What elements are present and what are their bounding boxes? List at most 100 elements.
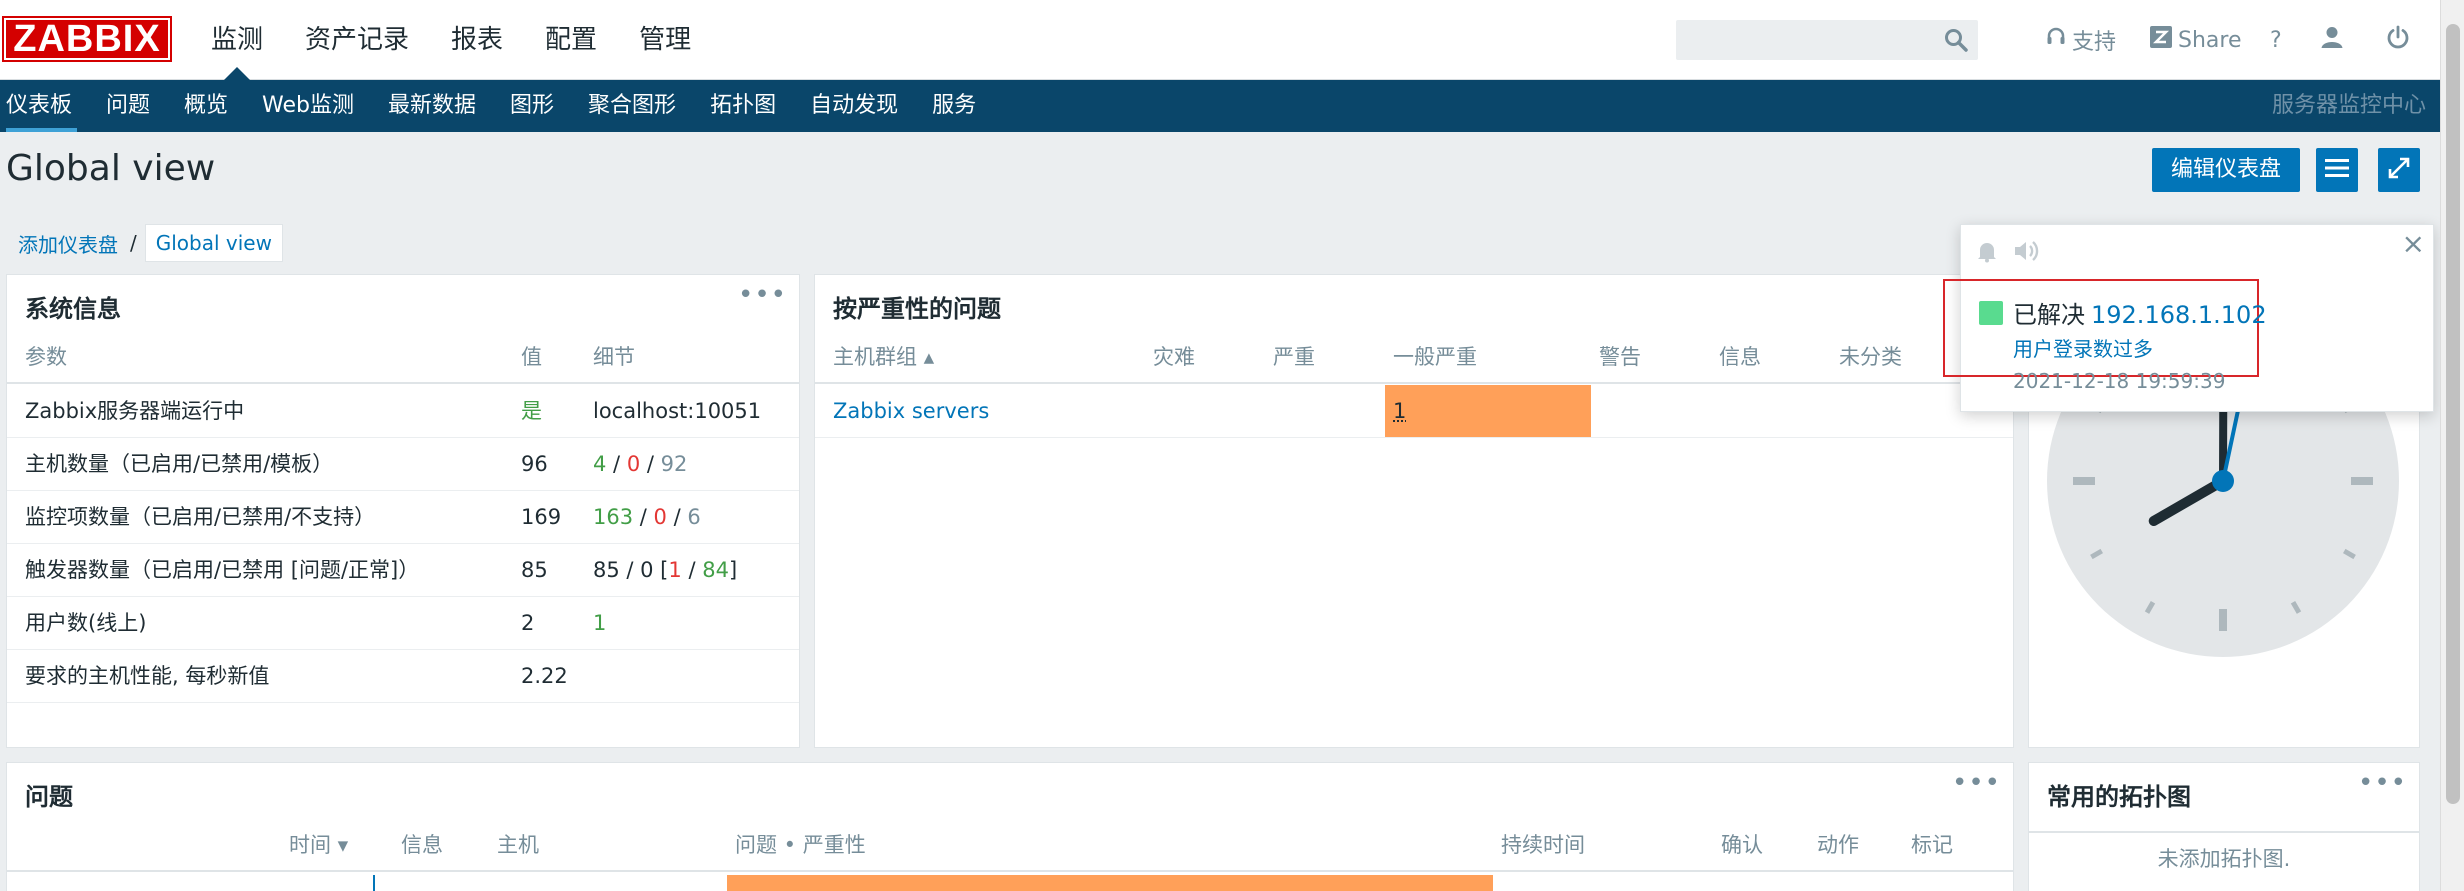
param-cell: 要求的主机性能, 每秒新值: [25, 664, 270, 688]
col-host-group[interactable]: 主机群组 ▴: [833, 331, 934, 383]
main-menu-configuration[interactable]: 配置: [524, 0, 618, 80]
sub-menu-services[interactable]: 服务: [915, 80, 993, 132]
help-button[interactable]: ?: [2270, 0, 2282, 80]
sub-menu-dashboard[interactable]: 仪表板: [0, 80, 89, 132]
share-z-icon: [2150, 26, 2178, 54]
main-menu-reports[interactable]: 报表: [430, 0, 524, 80]
scrollbar-thumb[interactable]: [2446, 24, 2460, 804]
widget-title: 系统信息: [25, 295, 121, 323]
search-box[interactable]: [1676, 20, 1978, 60]
share-link[interactable]: Share: [2150, 0, 2242, 80]
notification-status: 已解决 192.168.1.102: [2013, 295, 2267, 330]
average-severity-cell[interactable]: 1: [1385, 385, 1591, 437]
param-cell: 用户数(线上): [25, 611, 147, 635]
col-high: 严重: [1273, 345, 1315, 369]
average-count[interactable]: 1: [1393, 399, 1406, 423]
col-problem-severity: 问题 • 严重性: [735, 833, 866, 857]
notification-popup: × 已解决 192.168.1.102 用户登录数过多 2021-12-18 19…: [1943, 224, 2434, 412]
separator: /: [606, 452, 627, 476]
menu-icon: [2325, 158, 2349, 182]
unsupported-count: 6: [687, 505, 701, 529]
sub-menu-latest-data[interactable]: 最新数据: [371, 80, 493, 132]
main-menu-inventory[interactable]: 资产记录: [284, 0, 430, 80]
template-count: 92: [660, 452, 688, 476]
sub-menu-overview[interactable]: 概览: [167, 80, 245, 132]
problems-by-severity-widget: 按严重性的问题 主机群组 ▴ 灾难 严重 一般严重 警告 信息 未分类 Zabb…: [814, 274, 2014, 748]
dashboard-actions-button[interactable]: [2316, 148, 2358, 192]
sub-menu-maps[interactable]: 拓扑图: [693, 80, 793, 132]
separator: /: [666, 505, 688, 529]
main-menu-administration[interactable]: 管理: [618, 0, 712, 80]
sub-menu: 仪表板 问题 概览 Web监测 最新数据 图形 聚合图形 拓扑图 自动发现 服务: [0, 80, 2440, 132]
sound-icon[interactable]: [2013, 239, 2043, 267]
support-link[interactable]: 支持: [2046, 0, 2116, 80]
sub-menu-discovery[interactable]: 自动发现: [793, 80, 915, 132]
system-info-widget: 系统信息 ••• 参数 值 细节 Zabbix服务器端运行中 是 localho…: [6, 274, 800, 748]
host-group-link[interactable]: Zabbix servers: [833, 385, 989, 437]
table-header: 参数 值 细节: [7, 331, 799, 384]
detail-cell: 4 / 0 / 92: [593, 438, 687, 490]
problem-row-severity-bar[interactable]: [727, 875, 1493, 891]
col-detail: 细节: [593, 345, 635, 369]
search-icon[interactable]: [1943, 27, 1969, 57]
power-icon: [2386, 25, 2416, 55]
breadcrumb-current[interactable]: Global view: [144, 224, 283, 262]
col-time[interactable]: 时间 ▾: [289, 819, 348, 871]
widget-title: 常用的拓扑图: [2047, 783, 2191, 811]
value-cell: 96: [521, 452, 548, 476]
main-menu: 监测 资产记录 报表 配置 管理: [190, 0, 712, 81]
bracket: ]: [728, 558, 738, 582]
col-duration: 持续时间: [1501, 833, 1585, 857]
col-information: 信息: [1719, 345, 1761, 369]
separator: /: [633, 505, 654, 529]
status-indicator: [1979, 301, 2003, 325]
value-cell: 2.22: [521, 664, 568, 688]
share-label: Share: [2178, 27, 2242, 53]
page-title: Global view: [6, 148, 216, 189]
sub-menu-problems[interactable]: 问题: [89, 80, 167, 132]
col-warning: 警告: [1599, 345, 1641, 369]
host-link[interactable]: 192.168.1.102: [2091, 301, 2267, 329]
problem-link[interactable]: 用户登录数过多: [2013, 333, 2153, 362]
zabbix-logo[interactable]: ZABBIX: [2, 16, 172, 62]
empty-message: 未添加拓扑图.: [2157, 847, 2291, 871]
widget-menu-button[interactable]: •••: [1952, 770, 2001, 796]
sign-out-button[interactable]: [2386, 0, 2416, 80]
sub-menu-web[interactable]: Web监测: [245, 80, 371, 132]
breadcrumb-parent-link[interactable]: 添加仪表盘: [6, 229, 130, 258]
top-header: ZABBIX 监测 资产记录 报表 配置 管理 支持 Share ?: [0, 0, 2440, 81]
separator: /: [681, 558, 703, 582]
enabled-count: 4: [593, 452, 607, 476]
page-scrollbar[interactable]: [2440, 0, 2464, 891]
param-cell: Zabbix服务器端运行中: [25, 399, 245, 423]
bell-icon[interactable]: [1975, 239, 1999, 267]
col-tags: 标记: [1911, 833, 1953, 857]
widget-menu-button[interactable]: •••: [738, 282, 787, 308]
favorite-maps-widget: 常用的拓扑图 ••• 未添加拓扑图.: [2028, 762, 2420, 891]
value-cell: 85: [521, 558, 548, 582]
event-time: 2021-12-18 19:59:39: [2013, 369, 2226, 393]
user-profile-button[interactable]: [2320, 0, 2350, 80]
fullscreen-icon: [2387, 156, 2411, 184]
widget-menu-button[interactable]: •••: [2358, 770, 2407, 796]
problems-widget: 问题 ••• 时间 ▾ 信息 主机 问题 • 严重性 持续时间 确认 动作 标记: [6, 762, 2014, 891]
col-info: 信息: [401, 833, 443, 857]
disabled-count: 0: [653, 505, 667, 529]
fullscreen-button[interactable]: [2378, 148, 2420, 192]
table-row: Zabbix servers 1: [815, 385, 2013, 438]
table-row: Zabbix服务器端运行中 是 localhost:10051: [7, 385, 799, 438]
value-cell: 是: [521, 399, 542, 423]
param-cell: 监控项数量（已启用/已禁用/不支持）: [25, 505, 376, 529]
breadcrumb: 添加仪表盘 / Global view: [6, 224, 283, 262]
col-ack: 确认: [1721, 833, 1763, 857]
sub-menu-screens[interactable]: 聚合图形: [571, 80, 693, 132]
breadcrumb-separator: /: [130, 231, 137, 255]
sub-menu-graphs[interactable]: 图形: [493, 80, 571, 132]
close-icon[interactable]: ×: [2402, 227, 2425, 260]
main-menu-monitoring[interactable]: 监测: [190, 0, 284, 81]
table-header: 主机群组 ▴ 灾难 严重 一般严重 警告 信息 未分类: [815, 331, 2013, 384]
table-row: 用户数(线上) 2 1: [7, 597, 799, 650]
clock-center: [2212, 470, 2234, 492]
edit-dashboard-button[interactable]: 编辑仪表盘: [2152, 148, 2300, 192]
col-not-classified: 未分类: [1839, 345, 1902, 369]
